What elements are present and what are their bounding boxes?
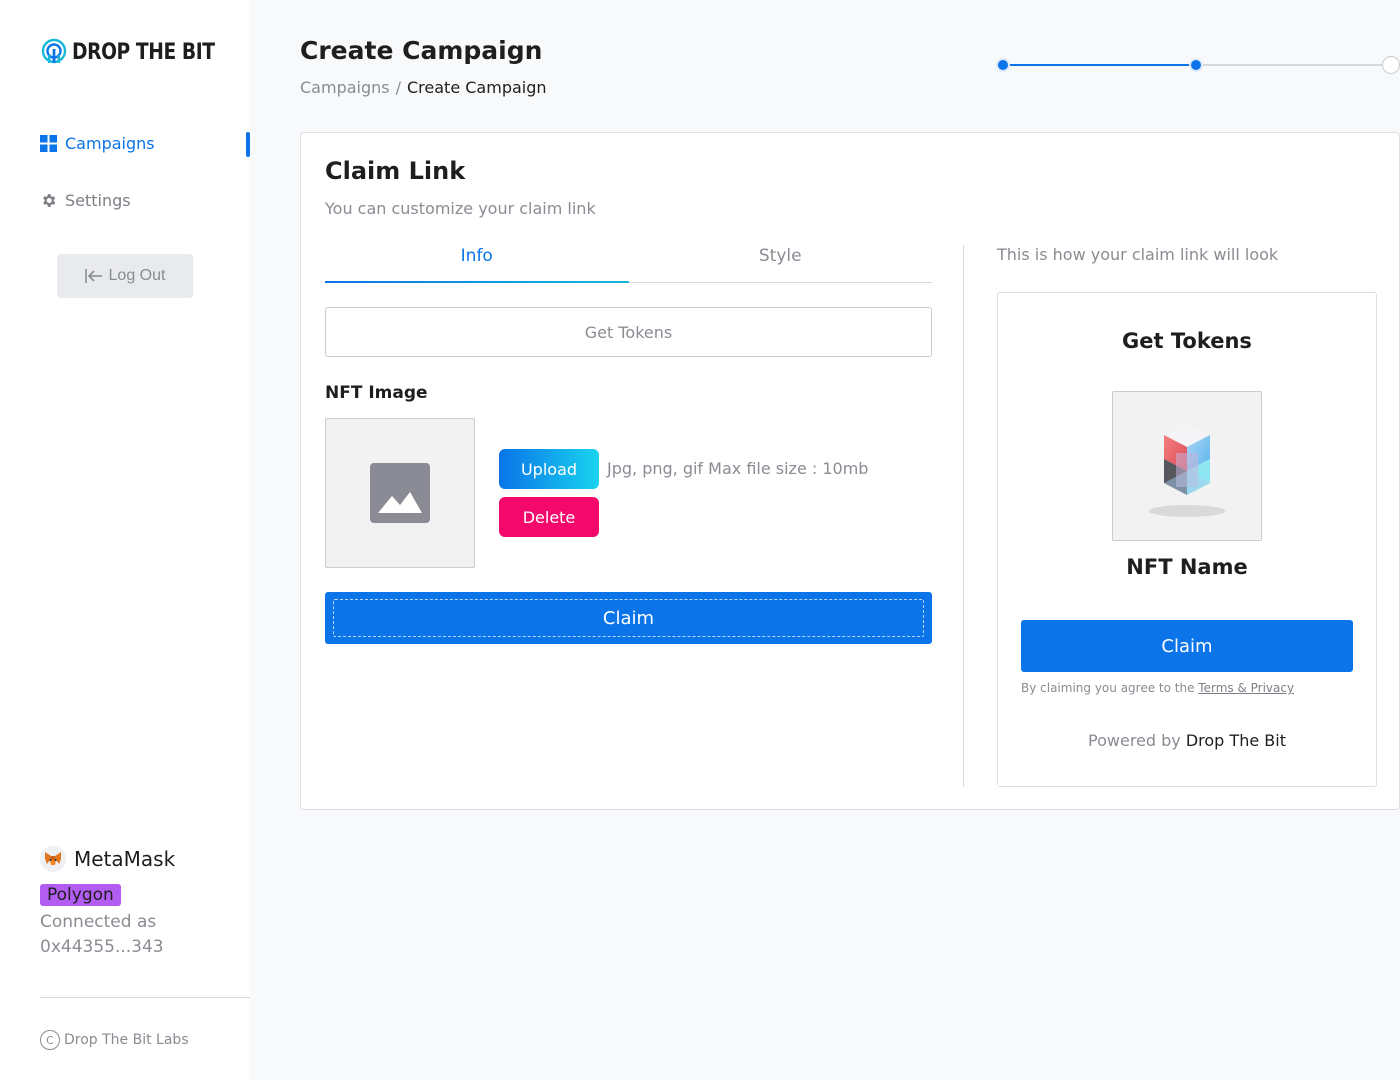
breadcrumb-campaigns-link[interactable]: Campaigns — [300, 78, 390, 97]
wallet-name: MetaMask — [74, 847, 176, 871]
gear-icon — [43, 194, 56, 207]
claim-link-preview: Get Tokens NFT Name Claim By claiming yo… — [997, 292, 1377, 787]
sidebar: DROP THE BIT Campaigns Settings Log Out — [0, 0, 250, 1080]
stepper-line-pending — [1196, 64, 1400, 66]
breadcrumb-current: Create Campaign — [407, 78, 547, 97]
logo[interactable]: DROP THE BIT — [40, 38, 240, 66]
step-1-dot — [996, 58, 1010, 72]
nft-cube-image — [1149, 423, 1225, 517]
step-3-dot — [1382, 56, 1400, 74]
page-title: Create Campaign — [300, 36, 543, 65]
progress-stepper — [995, 56, 1400, 74]
preview-nft-name: NFT Name — [1126, 555, 1248, 579]
stepper-line-completed — [1003, 64, 1196, 66]
preview-caption: This is how your claim link will look — [997, 245, 1279, 264]
footer-text: Drop The Bit Labs — [64, 1032, 189, 1048]
claim-title-input[interactable] — [325, 307, 932, 357]
tab-style[interactable]: Style — [629, 243, 933, 282]
tab-info[interactable]: Info — [325, 243, 629, 283]
logo-text: DROP THE BIT — [72, 39, 215, 65]
terms-privacy-link[interactable]: Terms & Privacy — [1198, 681, 1294, 695]
drop-the-bit-logo-icon — [41, 38, 67, 64]
breadcrumb-separator: / — [395, 78, 401, 97]
nft-image-label: NFT Image — [325, 383, 428, 403]
upload-button[interactable]: Upload — [499, 449, 599, 489]
copyright-icon: C — [40, 1030, 60, 1050]
nft-image-placeholder[interactable] — [325, 418, 475, 568]
step-2-dot — [1189, 58, 1203, 72]
powered-brand: Drop The Bit — [1185, 731, 1286, 750]
preview-terms-text: By claiming you agree to the Terms & Pri… — [1021, 681, 1294, 695]
vertical-divider — [963, 245, 964, 787]
powered-prefix: Powered by — [1088, 731, 1181, 750]
sidebar-divider — [40, 997, 250, 998]
logout-icon — [84, 269, 102, 283]
terms-prefix: By claiming you agree to the — [1021, 681, 1195, 695]
file-requirements-hint: Jpg, png, gif Max file size : 10mb — [607, 459, 869, 478]
claim-button-label: Claim — [333, 599, 924, 637]
preview-claim-button[interactable]: Claim — [1021, 620, 1353, 672]
breadcrumb: Campaigns / Create Campaign — [300, 78, 547, 97]
wallet-address: 0x44355...343 — [40, 937, 164, 957]
active-nav-indicator — [246, 132, 250, 157]
sidebar-item-settings[interactable]: Settings — [40, 191, 131, 210]
wallet-info: MetaMask Polygon Connected as 0x44355...… — [40, 846, 175, 960]
delete-button[interactable]: Delete — [499, 497, 599, 537]
tab-bar: Info Style — [325, 243, 932, 283]
claim-link-card: Claim Link You can customize your claim … — [300, 132, 1400, 810]
image-placeholder-icon — [370, 463, 430, 523]
powered-by: Powered by Drop The Bit — [998, 731, 1376, 750]
grid-icon — [40, 135, 57, 152]
connected-label: Connected as — [40, 912, 157, 932]
logout-label: Log Out — [108, 267, 166, 284]
sidebar-item-label: Campaigns — [65, 134, 155, 153]
sidebar-item-campaigns[interactable]: Campaigns — [40, 134, 155, 153]
metamask-fox-icon — [40, 846, 66, 872]
network-badge: Polygon — [40, 884, 121, 906]
claim-button[interactable]: Claim — [325, 592, 932, 644]
sidebar-item-label: Settings — [65, 191, 131, 210]
preview-nft-image — [1112, 391, 1262, 541]
card-title: Claim Link — [325, 157, 466, 185]
footer-copyright: C Drop The Bit Labs — [40, 1030, 189, 1050]
logout-button[interactable]: Log Out — [57, 254, 193, 298]
card-subtitle: You can customize your claim link — [325, 199, 596, 218]
preview-title: Get Tokens — [1122, 329, 1252, 353]
